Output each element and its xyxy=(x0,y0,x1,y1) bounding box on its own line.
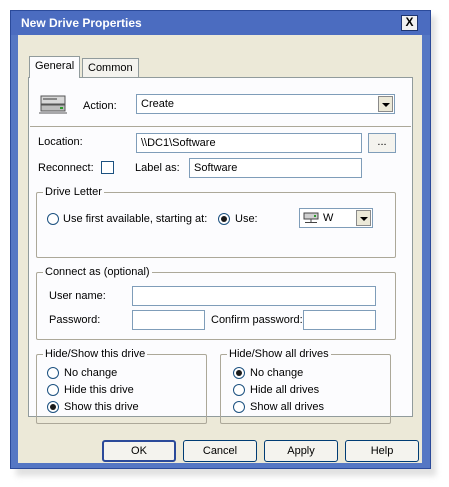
label-as-input[interactable]: Software xyxy=(189,158,362,178)
chevron-down-icon[interactable] xyxy=(356,210,371,226)
label-as-label: Label as: xyxy=(135,162,180,174)
hide-show-all-drives-legend: Hide/Show all drives xyxy=(227,348,331,360)
cancel-button[interactable]: Cancel xyxy=(183,440,257,462)
confirm-password-label: Confirm password: xyxy=(211,314,303,326)
dialog-client: General Common Action: Create Location: … xyxy=(18,35,422,463)
radio-this-no-change[interactable] xyxy=(47,367,59,379)
network-drive-icon xyxy=(303,212,319,224)
show-all-drives-label: Show all drives xyxy=(250,401,324,413)
chevron-down-icon[interactable] xyxy=(378,96,393,112)
radio-show-this-drive[interactable] xyxy=(47,401,59,413)
drive-letter-legend: Drive Letter xyxy=(43,186,104,198)
general-tab-panel: Action: Create Location: \\DC1\Software … xyxy=(28,77,413,424)
hide-show-this-drive-legend: Hide/Show this drive xyxy=(43,348,148,360)
location-input[interactable]: \\DC1\Software xyxy=(136,133,362,153)
password-input[interactable] xyxy=(132,310,205,330)
reconnect-checkbox[interactable] xyxy=(101,161,114,174)
radio-use-first-available[interactable] xyxy=(47,213,59,225)
tab-common[interactable]: Common xyxy=(82,58,139,78)
dialog-window: New Drive Properties X General Common Ac… xyxy=(10,10,431,469)
tab-general[interactable]: General xyxy=(29,56,81,78)
username-input[interactable] xyxy=(132,286,376,306)
close-button[interactable]: X xyxy=(401,15,418,31)
this-no-change-label: No change xyxy=(64,367,118,379)
hide-show-all-drives-group: Hide/Show all drives No change Hide all … xyxy=(220,348,391,424)
radio-hide-all-drives[interactable] xyxy=(233,384,245,396)
reconnect-label: Reconnect: xyxy=(38,162,94,174)
hide-all-drives-label: Hide all drives xyxy=(250,384,320,396)
confirm-password-input[interactable] xyxy=(303,310,376,330)
apply-button[interactable]: Apply xyxy=(264,440,338,462)
help-button[interactable]: Help xyxy=(345,440,419,462)
drive-letter-value: W xyxy=(323,212,334,224)
divider xyxy=(30,126,411,127)
use-first-available-label: Use first available, starting at: xyxy=(63,213,208,225)
use-letter-label: Use: xyxy=(235,213,258,225)
radio-use-letter[interactable] xyxy=(218,213,230,225)
ok-button[interactable]: OK xyxy=(102,440,176,462)
browse-button[interactable]: ... xyxy=(368,133,396,153)
show-this-drive-label: Show this drive xyxy=(64,401,139,413)
all-no-change-label: No change xyxy=(250,367,304,379)
window-title: New Drive Properties xyxy=(21,16,142,30)
location-label: Location: xyxy=(38,136,83,148)
password-label: Password: xyxy=(49,314,101,326)
drive-letter-select[interactable]: W xyxy=(299,208,373,228)
username-label: User name: xyxy=(49,290,106,302)
connect-as-group: Connect as (optional) User name: Passwor… xyxy=(36,266,396,340)
action-value: Create xyxy=(141,98,175,110)
title-bar[interactable]: New Drive Properties X xyxy=(11,11,430,35)
drive-map-icon xyxy=(39,93,69,115)
radio-hide-this-drive[interactable] xyxy=(47,384,59,396)
action-select[interactable]: Create xyxy=(136,94,395,114)
drive-letter-group: Drive Letter Use first available, starti… xyxy=(36,186,396,258)
hide-show-this-drive-group: Hide/Show this drive No change Hide this… xyxy=(36,348,207,424)
radio-all-no-change[interactable] xyxy=(233,367,245,379)
radio-show-all-drives[interactable] xyxy=(233,401,245,413)
connect-as-legend: Connect as (optional) xyxy=(43,266,152,278)
action-label: Action: xyxy=(83,100,117,112)
hide-this-drive-label: Hide this drive xyxy=(64,384,134,396)
